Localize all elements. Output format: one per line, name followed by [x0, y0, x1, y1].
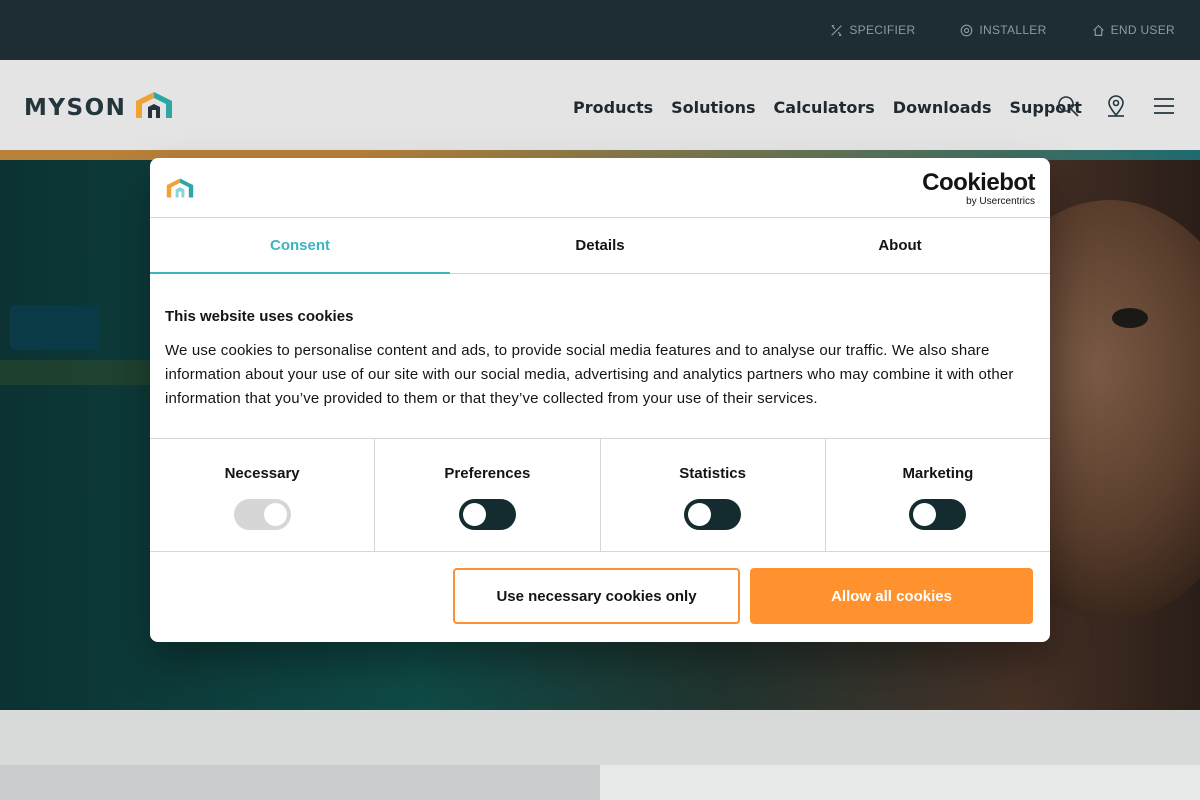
toggle-label: Necessary — [224, 465, 300, 482]
consent-body: This website uses cookies We use cookies… — [150, 274, 1050, 439]
preferences-toggle[interactable] — [458, 499, 516, 530]
consent-text: We use cookies to personalise content an… — [165, 342, 1014, 407]
toggle-label: Marketing — [902, 465, 974, 482]
toggle-group-marketing: Marketing — [826, 439, 1050, 551]
allow-all-cookies-button[interactable]: Allow all cookies — [750, 568, 1033, 624]
marketing-toggle[interactable] — [909, 499, 967, 530]
tab-details[interactable]: Details — [450, 218, 750, 273]
cookiebot-wordmark: Cookiebot — [922, 169, 1035, 196]
cookie-consent-dialog: Cookiebot by Usercentrics Consent Detail… — [150, 158, 1050, 642]
dialog-footer: Use necessary cookies only Allow all coo… — [150, 552, 1050, 641]
toggle-group-necessary: Necessary — [150, 439, 376, 551]
toggle-label: Statistics — [679, 465, 746, 482]
use-necessary-cookies-button[interactable]: Use necessary cookies only — [453, 568, 740, 624]
consent-toggles: Necessary Preferences Statistics Marketi… — [150, 439, 1050, 552]
toggle-group-statistics: Statistics — [601, 439, 826, 551]
necessary-toggle — [233, 499, 291, 530]
toggle-label: Preferences — [444, 465, 531, 482]
cookiebot-subtitle: by Usercentrics — [966, 196, 1035, 207]
dialog-tabs: Consent Details About — [150, 218, 1050, 274]
myson-mark-icon — [166, 178, 194, 198]
consent-title: This website uses cookies — [165, 308, 354, 325]
statistics-toggle[interactable] — [684, 499, 742, 530]
tab-about[interactable]: About — [750, 218, 1050, 273]
cookiebot-logo[interactable]: Cookiebot by Usercentrics — [922, 169, 1035, 208]
dialog-header: Cookiebot by Usercentrics — [150, 158, 1050, 218]
tab-consent[interactable]: Consent — [150, 218, 450, 274]
toggle-group-preferences: Preferences — [375, 439, 601, 551]
